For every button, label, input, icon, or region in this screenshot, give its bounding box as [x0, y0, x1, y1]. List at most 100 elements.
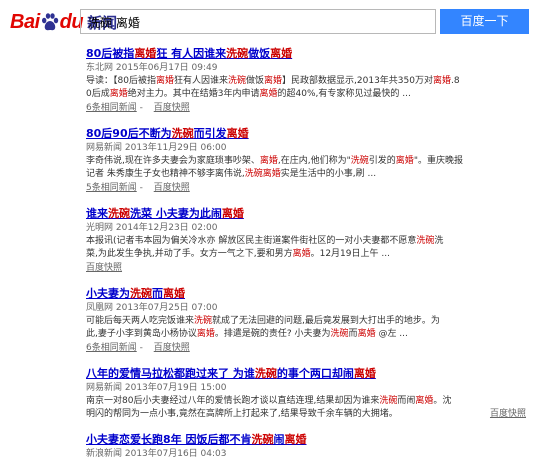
result-title-link[interactable]: 小夫妻恋爱长跑8年 因饭后都不肯洗碗闹离婚 [86, 432, 526, 447]
text-fragment: 的超40%,有专家称见过最快的 ... [277, 89, 411, 99]
keyword-highlight: 离婚 [292, 249, 311, 259]
text-fragment: 狂有人因谁来 [173, 76, 228, 86]
snippet-line: 可能后每天两人吃完饭谁来洗碗就成了无法回避的问题,最后竟发展到大打出手的地步。为 [86, 315, 526, 328]
text-fragment: 】民政部数据显示,2013年共350万对 [282, 76, 433, 86]
result-title-link[interactable]: 八年的爱情马拉松都跑过来了 为谁洗碗的事个两口却闹离婚 [86, 366, 526, 381]
cache-link[interactable]: 百度快照 [154, 103, 190, 113]
snippet-line: 0后成离婚绝对主力。其中在结婚3年内申请离婚的超40%,有专家称见过最快的 ..… [86, 88, 526, 101]
text-fragment: 明闪的帮同为一点小事,竟然在高牌所上打起来了,结果导致千余车辆的大拥堵。 [86, 409, 398, 419]
snippet-line: 本报讯(记者韦本园为偏关冷水亦 解放区民主街道案件街社区的一对小夫妻都不愿意洗碗… [86, 235, 526, 248]
text-fragment: 而闹 [397, 396, 416, 406]
text-fragment: @左 ... [375, 329, 408, 339]
same-news-link[interactable]: 5条相同新闻 [86, 183, 137, 193]
cache-link[interactable]: 百度快照 [154, 343, 190, 353]
result-source: 光明网 2014年12月23日 02:00 [86, 223, 218, 233]
result-item: 80后90后不断为洗碗而引发离婚 网易新闻 2013年11月29日 06:00 李奇… [86, 126, 526, 195]
text-fragment: 。12月19日上午 ... [310, 249, 390, 259]
snippet-line: 李奇伟说,现在许多夫妻会为家庭琐事吵架、离婚,在庄内,他们称为"洗碗引发的离婚"… [86, 155, 526, 168]
keyword-highlight: 离婚 [221, 207, 244, 220]
snippet-line: 明闪的帮同为一点小事,竟然在高牌所上打起来了,结果导致千余车辆的大拥堵。 百度快照 [86, 408, 526, 421]
keyword-highlight: 离婚 [284, 433, 307, 446]
keyword-highlight: 离婚 [415, 396, 434, 406]
result-links: 6条相同新闻 - 百度快照 [86, 102, 526, 115]
text-fragment: 洗菜 小夫妻为此闹 [130, 207, 222, 220]
text-fragment: 小夫妻恋爱长跑8年 因饭后都不肯 [86, 433, 252, 446]
text-fragment: 绝对主力。其中在结婚3年内申请 [127, 89, 260, 99]
keyword-highlight: 洗碗 [244, 169, 263, 179]
keyword-highlight: 离婚 [432, 76, 451, 86]
links-separator: - [136, 103, 146, 113]
text-fragment: 就成了无法回避的问题,最后竟发展到大打出手的地步。为 [212, 316, 440, 326]
keyword-highlight: 洗碗 [251, 433, 274, 446]
text-fragment: 洗 [434, 236, 444, 246]
text-fragment: 李奇伟说,现在许多夫妻会为家庭琐事吵架、 [86, 156, 260, 166]
snippet-line: 菜,为此发生争执,并动了手。女方一气之下,要和男方离婚。12月19日上午 ... [86, 248, 526, 261]
result-title-link[interactable]: 80后90后不断为洗碗而引发离婚 [86, 126, 526, 141]
text-fragment: 导读：【80后被指 [86, 76, 156, 86]
result-title-link[interactable]: 80后被指离婚狂 有人因谁来洗碗做饭离婚 [86, 46, 526, 61]
result-links: 6条相同新闻 - 百度快照 [86, 342, 526, 355]
text-fragment: 谁来 [86, 207, 108, 220]
keyword-highlight: 离婚 [259, 89, 278, 99]
keyword-highlight: 离婚 [163, 287, 185, 300]
keyword-highlight: 洗碗 [254, 367, 277, 380]
header: Bai du 新闻 洗碗 离婚 百度一下 [0, 0, 535, 44]
cache-link[interactable]: 百度快照 [86, 263, 122, 273]
result-source: 网易新闻 2013年11月29日 06:00 [86, 143, 227, 153]
result-snippet: 可能后每天两人吃完饭谁来洗碗就成了无法回避的问题,最后竟发展到大打出手的地步。为… [86, 315, 526, 341]
text-fragment: 为 [160, 127, 172, 140]
logo-bai-text: Bai [10, 10, 40, 33]
text-fragment: 闹 [273, 433, 285, 446]
keyword-highlight: 离婚 [264, 76, 283, 86]
snippet-line: 南京一对80后小夫妻经过八年的爱情长跑才谈以直结连理,结果却因为谁来洗碗而闹离婚… [86, 395, 526, 408]
keyword-highlight: 离婚 [353, 367, 376, 380]
result-snippet: 本报讯(记者韦本园为偏关冷水亦 解放区民主街道案件街社区的一对小夫妻都不愿意洗碗… [86, 235, 526, 261]
result-title-link[interactable]: 小夫妻为洗碗而离婚 [86, 286, 526, 301]
keyword-highlight: 离婚 [357, 329, 376, 339]
result-source: 凤凰网 2013年07月25日 07:00 [86, 303, 218, 313]
text-fragment: 80后90后不断 [86, 127, 161, 140]
same-news-link[interactable]: 6条相同新闻 [86, 343, 137, 353]
keyword-highlight: 洗碗 [350, 156, 369, 166]
keyword-highlight: 洗碗 [130, 287, 152, 300]
keyword-highlight: 洗碗 [227, 76, 246, 86]
result-snippet: 导读：【80后被指离婚狂有人因谁来洗碗做饭离婚】民政部数据显示,2013年共35… [86, 75, 526, 101]
text-fragment: 而 [348, 329, 358, 339]
keyword-highlight: 离婚 [226, 127, 249, 140]
text-fragment: 0后成 [86, 89, 110, 99]
text-fragment: 记者 朱秀康生子女也精神不够李离伟说, [86, 169, 245, 179]
text-fragment: 而引发 [193, 127, 227, 140]
text-fragment: 。沈 [433, 396, 452, 406]
links-separator: - [136, 183, 146, 193]
search-input[interactable]: 洗碗 离婚 [80, 9, 436, 34]
keyword-highlight: 离婚 [134, 47, 157, 60]
text-fragment: 八年的爱情马拉松都跑过来了 为谁 [86, 367, 255, 380]
keyword-highlight: 洗碗 [194, 316, 213, 326]
result-item: 谁来洗碗洗菜 小夫妻为此闹离婚 光明网 2014年12月23日 02:00 本报讯(… [86, 206, 526, 275]
search-button[interactable]: 百度一下 [440, 9, 529, 34]
text-fragment: 引发的 [368, 156, 396, 166]
keyword-highlight: 洗碗 [108, 207, 130, 220]
result-title-link[interactable]: 谁来洗碗洗菜 小夫妻为此闹离婚 [86, 206, 526, 221]
text-fragment: 做饭 [248, 47, 271, 60]
keyword-highlight: 洗碗 [330, 329, 349, 339]
result-source: 新浪新闻 2013年07月16日 04:03 [86, 449, 227, 459]
keyword-highlight: 离婚 [259, 156, 278, 166]
keyword-highlight: 离婚 [262, 169, 281, 179]
result-source: 网易新闻 2013年07月19日 15:00 [86, 383, 227, 393]
same-news-link[interactable]: 6条相同新闻 [86, 103, 137, 113]
result-item: 80后被指离婚狂 有人因谁来洗碗做饭离婚 东北网 2015年06月17日 09:4… [86, 46, 526, 115]
text-fragment: "。重庆晚报 [413, 156, 463, 166]
text-fragment: 菜,为此发生争执,并动了手。女方一气之下,要和男方 [86, 249, 293, 259]
result-links: 百度快照 [86, 262, 526, 275]
snippet-line: 此,妻子小李到黄岛小杨协议离婚。排遣是碗的责任? 小夫妻为洗碗而离婚 @左 ..… [86, 328, 526, 341]
keyword-highlight: 洗碗 [226, 47, 249, 60]
result-links: 5条相同新闻 - 百度快照 [86, 182, 526, 195]
text-fragment: 此,妻子小李到黄岛小杨协议 [86, 329, 197, 339]
keyword-highlight: 洗碗 [171, 127, 194, 140]
cache-link[interactable]: 百度快照 [490, 408, 526, 421]
text-fragment: 狂 有人因谁来 [156, 47, 227, 60]
cache-link[interactable]: 百度快照 [154, 183, 190, 193]
text-fragment: 的事个两口却闹 [276, 367, 354, 380]
result-snippet: 南京一对80后小夫妻经过八年的爱情长跑才谈以直结连理,结果却因为谁来洗碗而闹离婚… [86, 395, 526, 421]
